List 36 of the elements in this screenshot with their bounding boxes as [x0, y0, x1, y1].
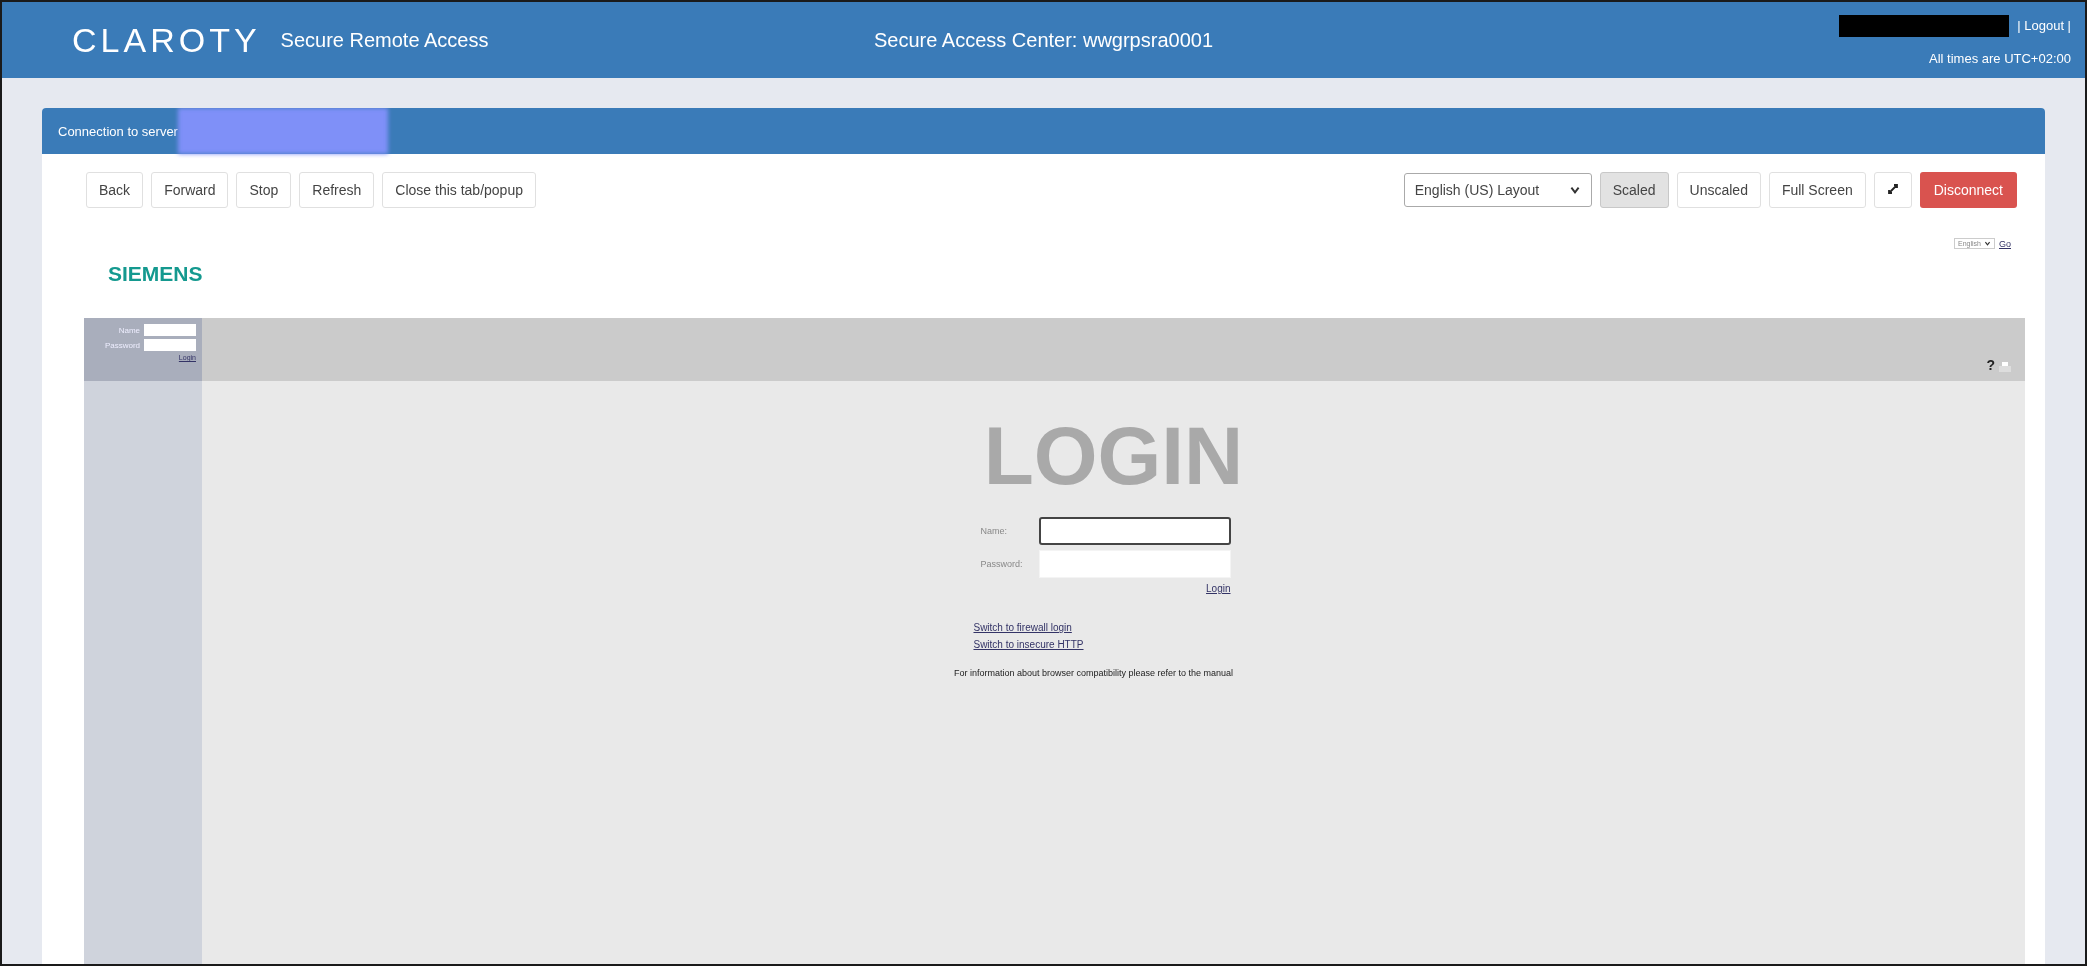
product-name: Secure Remote Access	[280, 28, 489, 52]
switch-link[interactable]: Switch to firewall login	[973, 622, 1072, 634]
disconnect-button[interactable]: Disconnect	[1919, 172, 2017, 208]
go-link[interactable]: Go	[1999, 238, 2011, 249]
nav-button[interactable]: Stop	[236, 172, 292, 208]
input-field[interactable]	[144, 324, 196, 336]
siemens-logo: SIEMENS	[108, 262, 203, 286]
input-field[interactable]	[1038, 517, 1231, 546]
nav-button[interactable]: Back	[86, 172, 144, 208]
printer-icon	[1999, 362, 2011, 373]
nav-button[interactable]: Close this tab/popup	[382, 172, 536, 208]
view-button[interactable]: Unscaled	[1676, 172, 1761, 208]
nav-button[interactable]: Refresh	[299, 172, 375, 208]
logo: CLAROTY	[72, 20, 261, 60]
login-link[interactable]: Login	[1206, 583, 1231, 595]
page-title: Secure Access Center: wwgrpsra0001	[873, 28, 1214, 52]
nav-button[interactable]: Forward	[151, 172, 229, 208]
layout-select[interactable]: English (US) Layout	[1403, 173, 1592, 207]
field-label: Name	[118, 325, 140, 335]
timezone-text: All times are UTC+02:00	[1929, 50, 2071, 66]
login-heading: LOGIN	[983, 411, 1244, 502]
panel-title: Connection to server	[58, 123, 178, 139]
info-text: For information about browser compatibility please refer to the manual	[953, 668, 1234, 679]
view-button[interactable]: Scaled	[1599, 172, 1669, 208]
fullscreen-button[interactable]	[1873, 172, 1912, 208]
caret-icon	[1568, 184, 1581, 196]
view-button[interactable]: Full Screen	[1768, 172, 1866, 208]
switch-link[interactable]: Switch to insecure HTTP	[973, 639, 1084, 651]
field-label: Name:	[980, 526, 1008, 537]
field-label: Password	[104, 340, 140, 350]
input-field[interactable]	[144, 339, 196, 351]
logout-link[interactable]: | Logout |	[2017, 18, 2071, 33]
expand-icon	[1886, 183, 1899, 195]
help-link[interactable]: ?	[1986, 357, 1995, 373]
field-label: Password:	[980, 559, 1024, 570]
caret-icon	[1984, 240, 1991, 247]
